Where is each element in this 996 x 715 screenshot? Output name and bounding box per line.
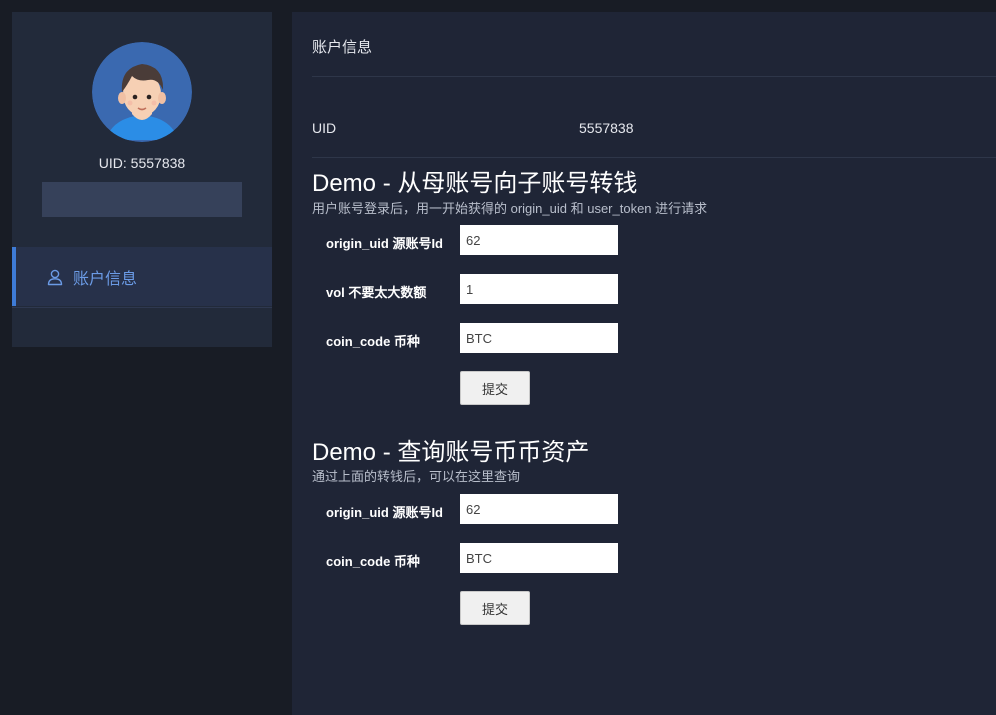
- section-title-query: Demo - 查询账号币币资产: [312, 439, 590, 466]
- field-label-vol: vol 不要太大数额: [326, 285, 427, 300]
- uid-caption: UID: 5557838: [98, 155, 186, 171]
- avatar: [92, 42, 192, 142]
- divider: [312, 157, 996, 158]
- sidebar: UID: 5557838 账户信息: [12, 12, 272, 347]
- section-desc-query: 通过上面的转钱后，可以在这里查询: [312, 469, 521, 484]
- submit-transfer-button[interactable]: 提交: [460, 371, 530, 405]
- sidebar-item-label: 账户信息: [73, 270, 138, 288]
- origin-uid-input[interactable]: [460, 225, 618, 255]
- query-origin-uid-input[interactable]: [460, 494, 618, 524]
- uid-value: 5557838: [579, 120, 634, 136]
- field-label-origin-uid: origin_uid 源账号Id: [326, 236, 443, 251]
- query-coin-code-input[interactable]: [460, 543, 618, 573]
- avatar-icon: [92, 42, 192, 142]
- field-label-coin-code: coin_code 币种: [326, 334, 420, 349]
- uid-placeholder-bar: [42, 182, 242, 217]
- vol-input[interactable]: [460, 274, 618, 304]
- field-label-origin-uid: origin_uid 源账号Id: [326, 505, 443, 520]
- sidebar-item-account-info[interactable]: 账户信息: [12, 247, 272, 306]
- divider: [312, 76, 996, 77]
- coin-code-input[interactable]: [460, 323, 618, 353]
- uid-label: UID: [312, 120, 337, 136]
- user-icon: [47, 269, 63, 285]
- main-panel: 账户信息 UID 5557838 Demo - 从母账号向子账号转钱 用户账号登…: [292, 12, 996, 715]
- page-title: 账户信息: [312, 39, 373, 56]
- section-title-transfer: Demo - 从母账号向子账号转钱: [312, 170, 638, 197]
- section-desc-transfer: 用户账号登录后，用一开始获得的 origin_uid 和 user_token …: [312, 201, 708, 216]
- submit-query-button[interactable]: 提交: [460, 591, 530, 625]
- nav-divider: [12, 307, 272, 308]
- field-label-coin-code: coin_code 币种: [326, 554, 420, 569]
